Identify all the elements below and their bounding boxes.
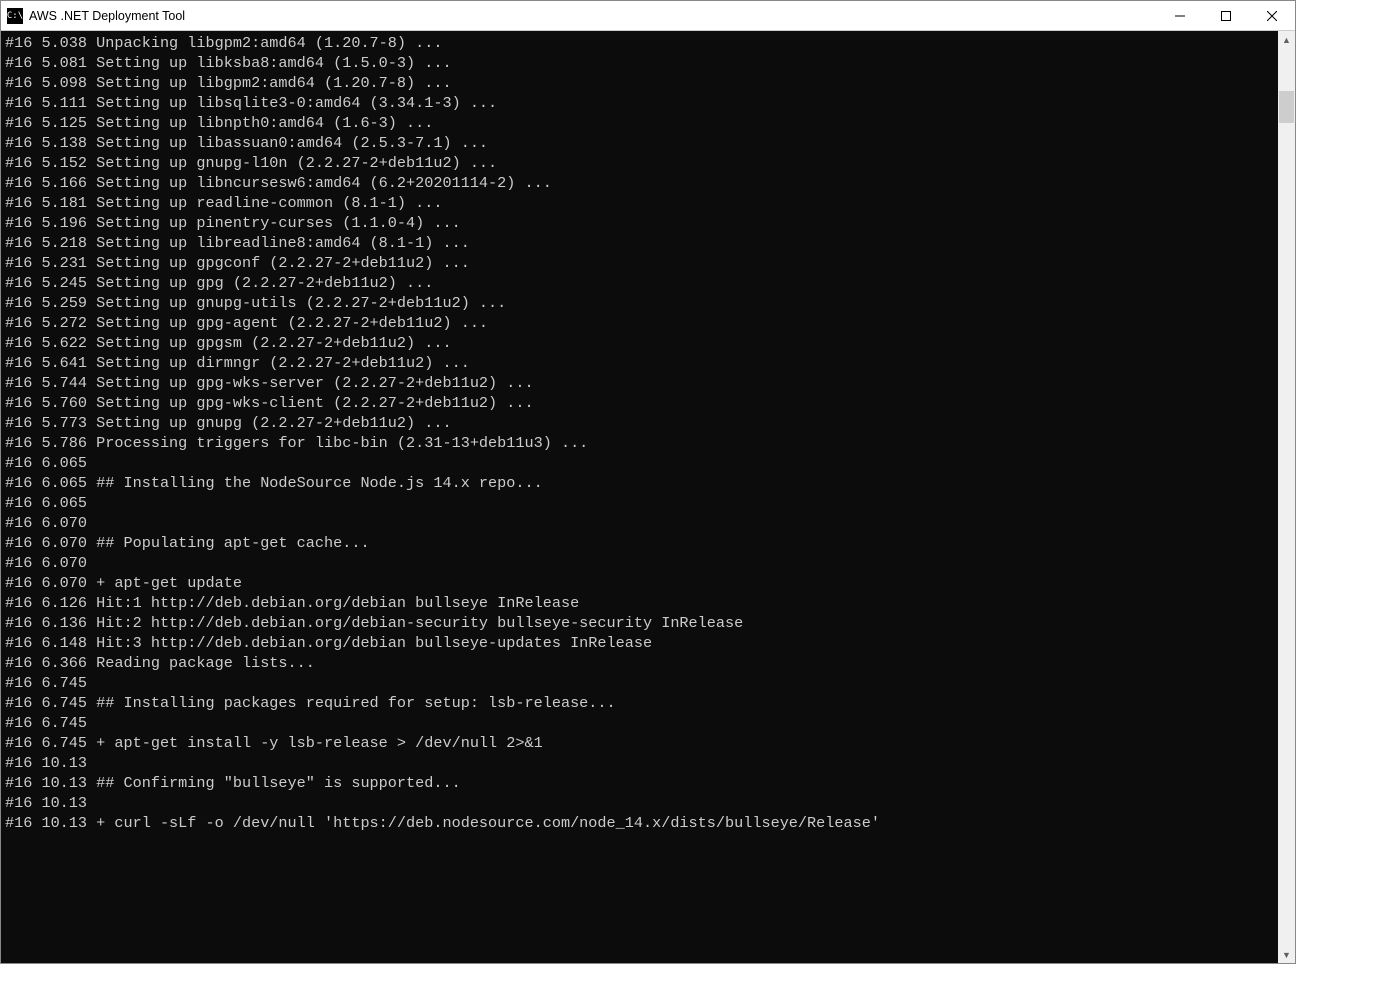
log-line: #16 6.070 ## Populating apt-get cache... [5, 533, 1278, 553]
scroll-thumb[interactable] [1279, 91, 1294, 123]
log-line: #16 10.13 + curl -sLf -o /dev/null 'http… [5, 813, 1278, 833]
log-line: #16 5.641 Setting up dirmngr (2.2.27-2+d… [5, 353, 1278, 373]
log-line: #16 5.744 Setting up gpg-wks-server (2.2… [5, 373, 1278, 393]
log-line: #16 5.138 Setting up libassuan0:amd64 (2… [5, 133, 1278, 153]
log-line: #16 6.745 ## Installing packages require… [5, 693, 1278, 713]
titlebar[interactable]: C:\ AWS .NET Deployment Tool [1, 1, 1295, 31]
scroll-down-arrow-icon[interactable]: ▼ [1278, 946, 1295, 963]
terminal-container: #16 5.038 Unpacking libgpm2:amd64 (1.20.… [1, 31, 1295, 963]
minimize-button[interactable] [1157, 1, 1203, 30]
terminal-output[interactable]: #16 5.038 Unpacking libgpm2:amd64 (1.20.… [1, 31, 1278, 963]
log-line: #16 6.366 Reading package lists... [5, 653, 1278, 673]
log-line: #16 6.745 [5, 673, 1278, 693]
close-button[interactable] [1249, 1, 1295, 30]
log-line: #16 10.13 ## Confirming "bullseye" is su… [5, 773, 1278, 793]
window-title: AWS .NET Deployment Tool [29, 9, 1157, 23]
log-line: #16 5.245 Setting up gpg (2.2.27-2+deb11… [5, 273, 1278, 293]
log-line: #16 5.152 Setting up gnupg-l10n (2.2.27-… [5, 153, 1278, 173]
log-line: #16 5.125 Setting up libnpth0:amd64 (1.6… [5, 113, 1278, 133]
log-line: #16 6.745 [5, 713, 1278, 733]
console-icon: C:\ [7, 8, 23, 24]
log-line: #16 6.745 + apt-get install -y lsb-relea… [5, 733, 1278, 753]
log-line: #16 5.622 Setting up gpgsm (2.2.27-2+deb… [5, 333, 1278, 353]
log-line: #16 6.070 [5, 553, 1278, 573]
log-line: #16 6.065 [5, 493, 1278, 513]
log-line: #16 5.218 Setting up libreadline8:amd64 … [5, 233, 1278, 253]
log-line: #16 5.166 Setting up libncursesw6:amd64 … [5, 173, 1278, 193]
log-line: #16 6.136 Hit:2 http://deb.debian.org/de… [5, 613, 1278, 633]
log-line: #16 10.13 [5, 793, 1278, 813]
log-line: #16 5.786 Processing triggers for libc-b… [5, 433, 1278, 453]
log-line: #16 5.231 Setting up gpgconf (2.2.27-2+d… [5, 253, 1278, 273]
log-line: #16 6.065 [5, 453, 1278, 473]
log-line: #16 6.070 [5, 513, 1278, 533]
log-line: #16 6.148 Hit:3 http://deb.debian.org/de… [5, 633, 1278, 653]
log-line: #16 6.065 ## Installing the NodeSource N… [5, 473, 1278, 493]
log-line: #16 5.773 Setting up gnupg (2.2.27-2+deb… [5, 413, 1278, 433]
log-line: #16 5.272 Setting up gpg-agent (2.2.27-2… [5, 313, 1278, 333]
window-controls [1157, 1, 1295, 30]
log-line: #16 6.126 Hit:1 http://deb.debian.org/de… [5, 593, 1278, 613]
vertical-scrollbar[interactable]: ▲ ▼ [1278, 31, 1295, 963]
log-line: #16 5.259 Setting up gnupg-utils (2.2.27… [5, 293, 1278, 313]
log-line: #16 5.098 Setting up libgpm2:amd64 (1.20… [5, 73, 1278, 93]
log-line: #16 5.760 Setting up gpg-wks-client (2.2… [5, 393, 1278, 413]
log-line: #16 10.13 [5, 753, 1278, 773]
log-line: #16 5.081 Setting up libksba8:amd64 (1.5… [5, 53, 1278, 73]
log-line: #16 5.196 Setting up pinentry-curses (1.… [5, 213, 1278, 233]
log-line: #16 5.038 Unpacking libgpm2:amd64 (1.20.… [5, 33, 1278, 53]
log-line: #16 5.111 Setting up libsqlite3-0:amd64 … [5, 93, 1278, 113]
maximize-button[interactable] [1203, 1, 1249, 30]
log-line: #16 5.181 Setting up readline-common (8.… [5, 193, 1278, 213]
scroll-up-arrow-icon[interactable]: ▲ [1278, 31, 1295, 48]
log-line: #16 6.070 + apt-get update [5, 573, 1278, 593]
